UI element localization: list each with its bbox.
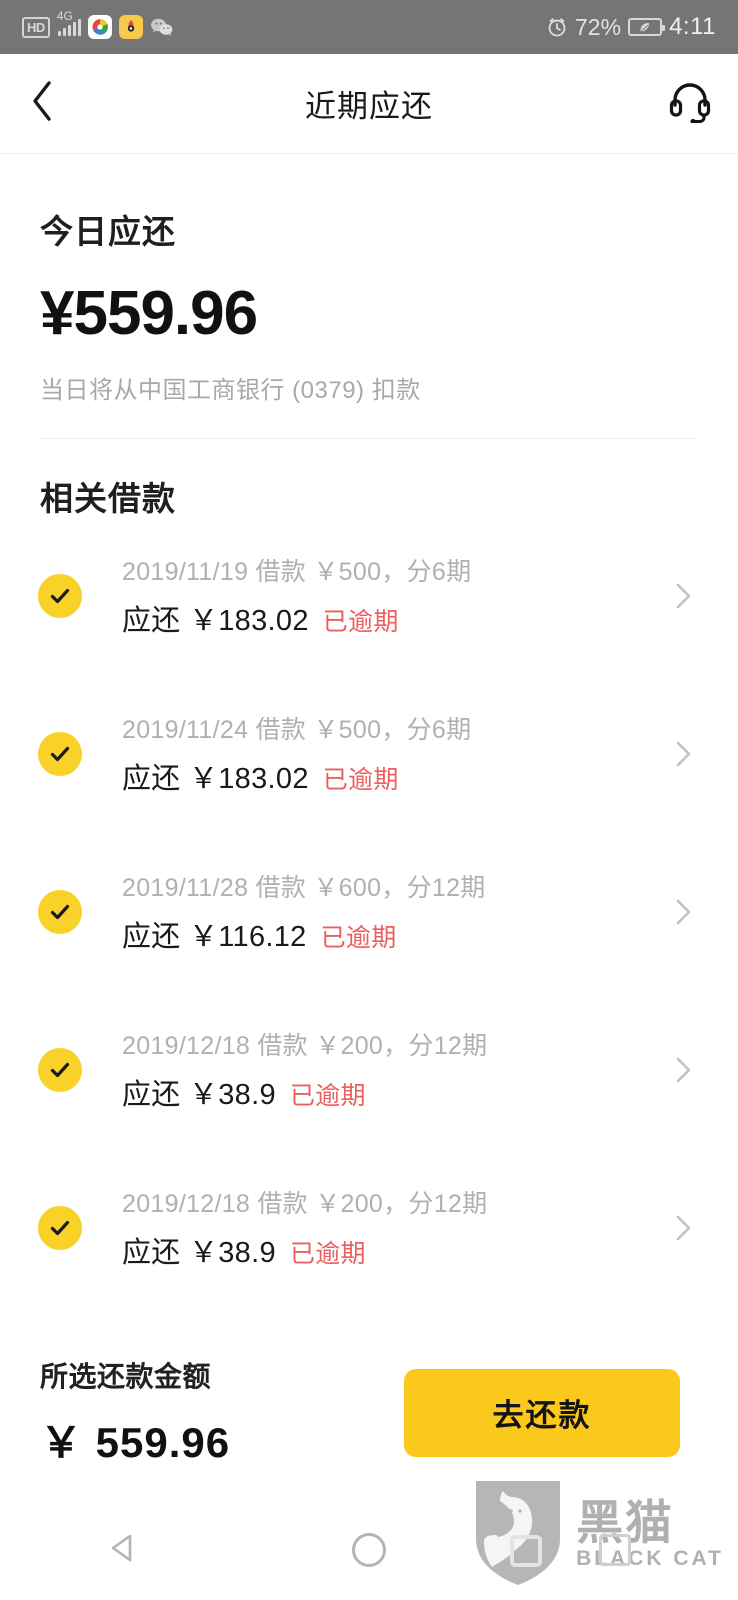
selected-total-amount: ￥ 559.96: [40, 1419, 231, 1466]
today-due-summary: 今日应还 ¥559.96 当日将从中国工商银行 (0379) 扣款: [0, 155, 738, 439]
list-item[interactable]: 2019/12/18 借款 ￥200，分12期 应还 ￥38.9 已逾期: [0, 1188, 738, 1269]
today-due-label: 今日应还: [40, 213, 176, 250]
related-loans-title: 相关借款: [40, 480, 176, 517]
status-badge: 已逾期: [289, 1082, 366, 1110]
loan-meta: 2019/11/28 借款 ￥600，分12期: [122, 874, 486, 902]
alarm-icon: [546, 16, 568, 38]
loan-due-amount: 应还 ￥38.9: [122, 1237, 276, 1269]
loan-due-row: 应还 ￥183.02 已逾期: [122, 755, 471, 797]
wechat-icon: [150, 15, 174, 39]
network-type-label: 4G: [56, 8, 73, 23]
headset-icon: [667, 79, 713, 128]
loan-due-row: 应还 ￥116.12 已逾期: [122, 913, 486, 955]
status-bar-left-icons: HD 4G: [22, 10, 174, 39]
status-bar: HD 4G 72% 4:11: [0, 0, 738, 54]
loan-due-row: 应还 ￥183.02 已逾期: [122, 597, 471, 639]
back-button[interactable]: [14, 76, 70, 132]
loan-meta: 2019/11/24 借款 ￥500，分6期: [122, 716, 472, 744]
nav-recents-button[interactable]: [567, 1515, 663, 1585]
check-icon[interactable]: [38, 573, 82, 618]
section-divider: [40, 438, 698, 439]
uc-browser-icon: [87, 15, 112, 39]
repay-button[interactable]: 去还款: [404, 1368, 680, 1457]
chevron-right-icon[interactable]: [670, 1215, 696, 1241]
check-icon[interactable]: [38, 1047, 82, 1092]
loan-due-row: 应还 ￥38.9 已逾期: [122, 1229, 487, 1271]
loan-due-amount: 应还 ￥183.02: [122, 605, 309, 637]
loan-meta: 2019/11/19 借款 ￥500，分6期: [122, 558, 472, 586]
today-due-amount: ¥559.96: [40, 279, 258, 348]
loan-due-row: 应还 ￥38.9 已逾期: [122, 1071, 487, 1113]
list-item[interactable]: 2019/11/19 借款 ￥500，分6期 应还 ￥183.02 已逾期: [0, 556, 738, 637]
status-badge: 已逾期: [289, 1240, 366, 1268]
list-item-texts: 2019/11/19 借款 ￥500，分6期 应还 ￥183.02 已逾期: [122, 552, 471, 639]
chevron-right-icon[interactable]: [670, 583, 696, 609]
loan-list: 2019/11/19 借款 ￥500，分6期 应还 ￥183.02 已逾期 20…: [0, 556, 738, 1346]
chevron-right-icon[interactable]: [670, 1057, 696, 1083]
list-item-texts: 2019/12/18 借款 ￥200，分12期 应还 ￥38.9 已逾期: [122, 1026, 487, 1113]
selected-total: 所选还款金额 ￥ 559.96: [40, 1355, 230, 1470]
page-title: 近期应还: [305, 89, 433, 124]
status-bar-clock: 4:11: [669, 13, 716, 40]
system-navigation-bar: [0, 1500, 738, 1600]
list-item[interactable]: 2019/11/24 借款 ￥500，分6期 应还 ￥183.02 已逾期: [0, 714, 738, 795]
list-item-texts: 2019/12/18 借款 ￥200，分12期 应还 ￥38.9 已逾期: [122, 1184, 487, 1271]
weibo-icon: [118, 15, 143, 39]
battery-percent-label: 72%: [575, 13, 622, 40]
nav-back-button[interactable]: [75, 1515, 171, 1585]
status-badge: 已逾期: [320, 924, 397, 952]
selected-total-label: 所选还款金额: [40, 1361, 212, 1392]
list-item-texts: 2019/11/24 借款 ￥500，分6期 应还 ￥183.02 已逾期: [122, 710, 471, 797]
deduction-note: 当日将从中国工商银行 (0379) 扣款: [40, 377, 421, 405]
nav-home-circle-icon: [352, 1533, 386, 1567]
chevron-left-icon: [29, 79, 55, 128]
list-item[interactable]: 2019/11/28 借款 ￥600，分12期 应还 ￥116.12 已逾期: [0, 872, 738, 953]
app-header: 近期应还: [0, 54, 738, 154]
phone-screen: HD 4G 72% 4:11 近期应还 今日应还 ¥559.96 当日将从中国工…: [0, 0, 738, 1600]
chevron-right-icon[interactable]: [670, 899, 696, 925]
status-badge: 已逾期: [322, 766, 399, 794]
hd-icon: HD: [22, 16, 50, 38]
status-badge: 已逾期: [322, 608, 399, 636]
loan-meta: 2019/12/18 借款 ￥200，分12期: [122, 1190, 488, 1218]
list-item[interactable]: 2019/12/18 借款 ￥200，分12期 应还 ￥38.9 已逾期: [0, 1030, 738, 1111]
status-bar-right-icons: 72% 4:11: [546, 15, 716, 39]
nav-home-button[interactable]: [321, 1515, 417, 1585]
check-icon[interactable]: [38, 889, 82, 934]
loan-due-amount: 应还 ￥183.02: [122, 763, 309, 795]
signal-icon: 4G: [57, 10, 81, 36]
bottom-action-bar: 所选还款金额 ￥ 559.96 去还款: [0, 1335, 738, 1490]
nav-recents-square-icon: [599, 1534, 631, 1566]
check-icon[interactable]: [38, 731, 82, 776]
customer-service-button[interactable]: [662, 76, 718, 132]
list-item-texts: 2019/11/28 借款 ￥600，分12期 应还 ￥116.12 已逾期: [122, 868, 486, 955]
battery-saver-icon: [628, 18, 666, 36]
nav-back-triangle-icon: [106, 1531, 140, 1570]
loan-due-amount: 应还 ￥38.9: [122, 1079, 276, 1111]
check-icon[interactable]: [38, 1205, 82, 1250]
loan-meta: 2019/12/18 借款 ￥200，分12期: [122, 1032, 488, 1060]
chevron-right-icon[interactable]: [670, 741, 696, 767]
loan-due-amount: 应还 ￥116.12: [122, 921, 307, 953]
